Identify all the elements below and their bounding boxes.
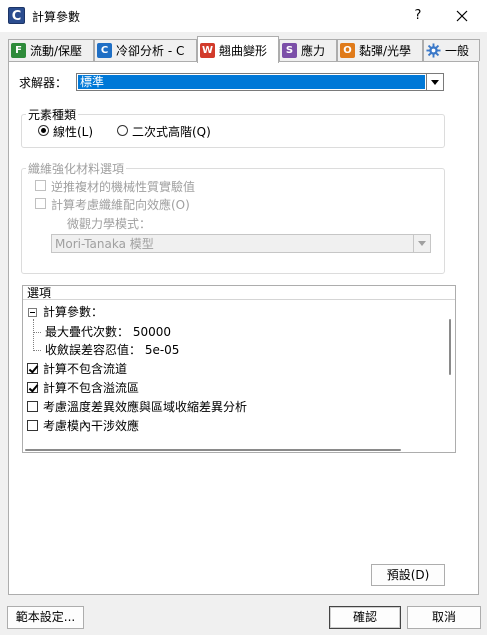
temperature-diff-label: 考慮溫度差異效應與區域收縮差異分析 [43, 400, 248, 414]
options-list[interactable]: 選項 計算參數： 最大疊代次數： 50000 收斂誤差容忍值： 5e-05 計算… [22, 285, 456, 453]
vertical-scrollbar[interactable] [444, 301, 455, 452]
solver-value: 標準 [78, 75, 425, 89]
ok-button[interactable]: 確認 [329, 606, 401, 629]
tab-label: 一般 [445, 44, 470, 58]
chevron-down-icon [418, 241, 426, 246]
tab-strip: F 流動/保壓 C 冷卻分析 - C W 翹曲變形 S 應力 O 黏彈/光學 一… [8, 36, 480, 63]
template-settings-button[interactable]: 範本設定... [7, 606, 84, 629]
mold-interference-checkbox[interactable] [27, 420, 38, 431]
warp-icon: W [200, 42, 215, 58]
exclude-overflow-row[interactable]: 計算不包含溢流區 [23, 379, 433, 397]
tolerance-row[interactable]: 收斂誤差容忍值： 5e-05 [45, 341, 179, 359]
tab-warp[interactable]: W 翹曲變形 [197, 36, 279, 63]
max-iterations-label: 最大疊代次數： 50000 [45, 325, 171, 339]
mold-interference-label: 考慮模內干涉效應 [43, 419, 140, 433]
exclude-runner-row[interactable]: 計算不包含流道 [23, 360, 433, 378]
dropdown-button[interactable] [413, 235, 430, 252]
reverse-fiber-label: 逆推複材的機械性質實驗值 [51, 180, 196, 194]
app-icon: C [8, 7, 25, 24]
tab-label: 冷卻分析 - C [116, 44, 185, 58]
tab-label: 翹曲變形 [219, 43, 268, 58]
title-bar: C 計算參數 ? [0, 0, 487, 32]
tab-general[interactable]: 一般 [423, 39, 480, 61]
temperature-diff-row[interactable]: 考慮溫度差異效應與區域收縮差異分析 [23, 398, 433, 416]
flow-icon: F [11, 43, 26, 58]
help-button[interactable]: ? [408, 6, 428, 26]
chevron-down-icon [431, 79, 439, 85]
linear-radio[interactable] [38, 125, 49, 136]
tree-node-params[interactable]: 計算參數： [23, 303, 433, 321]
tree-line [33, 319, 34, 351]
tree-line [33, 332, 41, 333]
reverse-fiber-checkbox[interactable] [35, 180, 46, 191]
mold-interference-row[interactable]: 考慮模內干涉效應 [23, 417, 433, 435]
collapse-icon[interactable] [28, 308, 37, 317]
quadratic-label[interactable]: 二次式高階(Q) [132, 123, 211, 140]
tab-cool[interactable]: C 冷卻分析 - C [94, 39, 197, 61]
max-iterations-row[interactable]: 最大疊代次數： 50000 [45, 323, 171, 341]
fiber-legend: 纖維強化材料選項 [26, 160, 127, 177]
tab-flow-pack[interactable]: F 流動/保壓 [8, 39, 94, 61]
exclude-runner-checkbox[interactable] [27, 363, 38, 374]
cancel-button[interactable]: 取消 [407, 606, 481, 629]
stress-icon: S [282, 43, 297, 58]
exclude-runner-label: 計算不包含流道 [43, 362, 128, 376]
tab-label: 流動/保壓 [30, 44, 83, 58]
close-button[interactable] [450, 5, 474, 27]
solver-select[interactable]: 標準 [76, 73, 444, 91]
default-button[interactable]: 預設(D) [371, 564, 445, 586]
micromechanics-value: Mori-Tanaka 模型 [55, 237, 154, 251]
options-header: 選項 [23, 286, 455, 300]
tree-line [33, 350, 41, 351]
window-title: 計算參數 [32, 10, 81, 24]
tab-label: 黏彈/光學 [359, 44, 412, 58]
dropdown-button[interactable] [426, 74, 443, 90]
fiber-orientation-label: 計算考慮纖維配向效應(O) [51, 198, 190, 212]
tab-label: 應力 [301, 44, 326, 58]
horizontal-scrollbar[interactable] [25, 449, 401, 451]
gear-icon [426, 43, 441, 58]
exclude-overflow-label: 計算不包含溢流區 [43, 381, 140, 395]
warp-tab-panel: 求解器： 標準 元素種類 線性(L) 二次式高階(Q) 纖維強化材料選項 逆推複… [8, 61, 479, 595]
exclude-overflow-checkbox[interactable] [27, 382, 38, 393]
element-type-legend: 元素種類 [26, 106, 79, 123]
tab-viscoelastic[interactable]: O 黏彈/光學 [337, 39, 423, 61]
tolerance-label: 收斂誤差容忍值： 5e-05 [45, 343, 180, 357]
micromechanics-select[interactable]: Mori-Tanaka 模型 [51, 234, 431, 253]
close-icon [456, 10, 468, 22]
solver-label: 求解器： [19, 76, 68, 90]
quadratic-radio[interactable] [117, 125, 128, 136]
temperature-diff-checkbox[interactable] [27, 401, 38, 412]
cool-icon: C [97, 43, 112, 58]
micromechanics-label: 微觀力學模式： [67, 217, 152, 231]
fiber-orientation-checkbox[interactable] [35, 198, 46, 209]
tab-stress[interactable]: S 應力 [279, 39, 337, 61]
optics-icon: O [340, 43, 355, 58]
params-label: 計算參數： [43, 305, 104, 319]
scroll-thumb[interactable] [449, 319, 451, 375]
linear-label[interactable]: 線性(L) [53, 123, 93, 140]
